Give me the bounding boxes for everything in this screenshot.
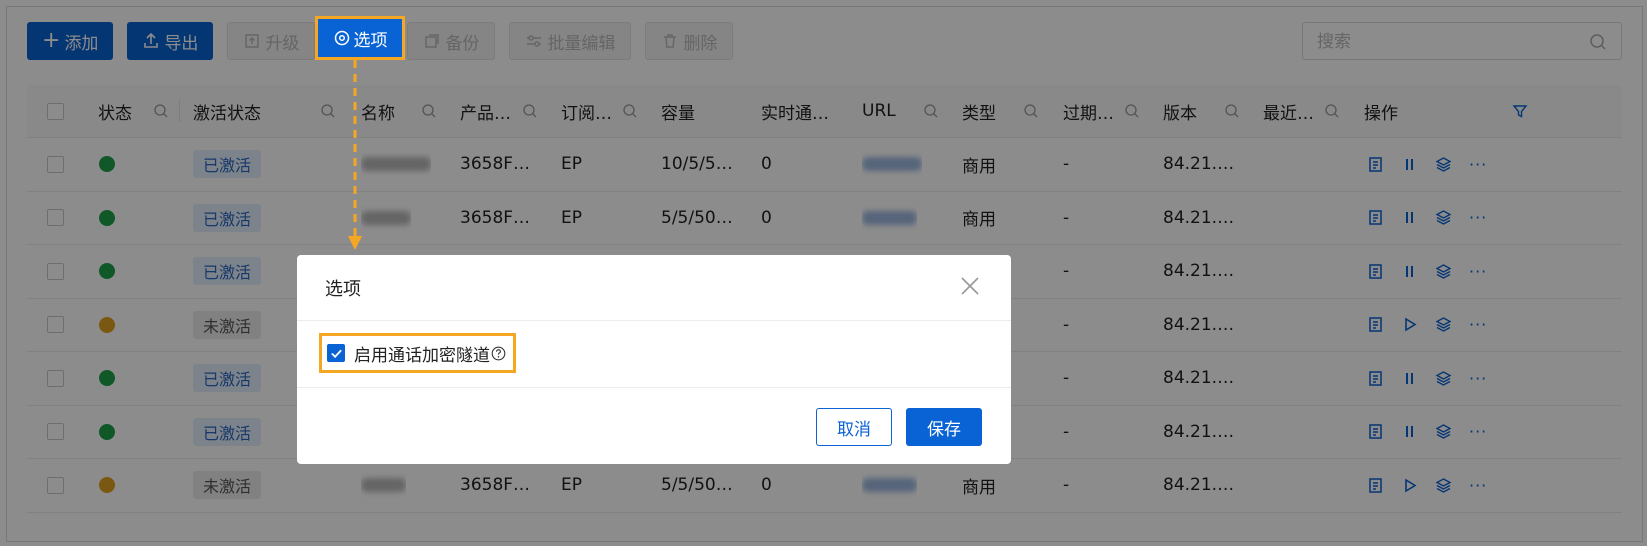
dialog-title: 选项: [325, 279, 361, 300]
callout-arrow-line: [348, 60, 362, 250]
encryption-tunnel-checkbox[interactable]: [327, 344, 345, 362]
save-button[interactable]: 保存: [906, 408, 982, 446]
encryption-tunnel-label: 启用通话加密隧道: [354, 345, 490, 366]
close-icon[interactable]: [959, 275, 981, 297]
encryption-tunnel-option[interactable]: 启用通话加密隧道: [319, 333, 516, 373]
options-button-highlight[interactable]: 选项: [315, 16, 405, 60]
dialog-footer: 取消 保存: [297, 388, 1011, 465]
help-icon[interactable]: [491, 346, 506, 361]
options-dialog: 选项 启用通话加密隧道 取消 保存: [297, 255, 1011, 464]
gear-icon: [334, 30, 349, 46]
check-icon: [330, 349, 342, 358]
cancel-button[interactable]: 取消: [816, 408, 892, 446]
dialog-header: 选项: [297, 255, 1011, 321]
dialog-body: 启用通话加密隧道: [297, 321, 1011, 388]
